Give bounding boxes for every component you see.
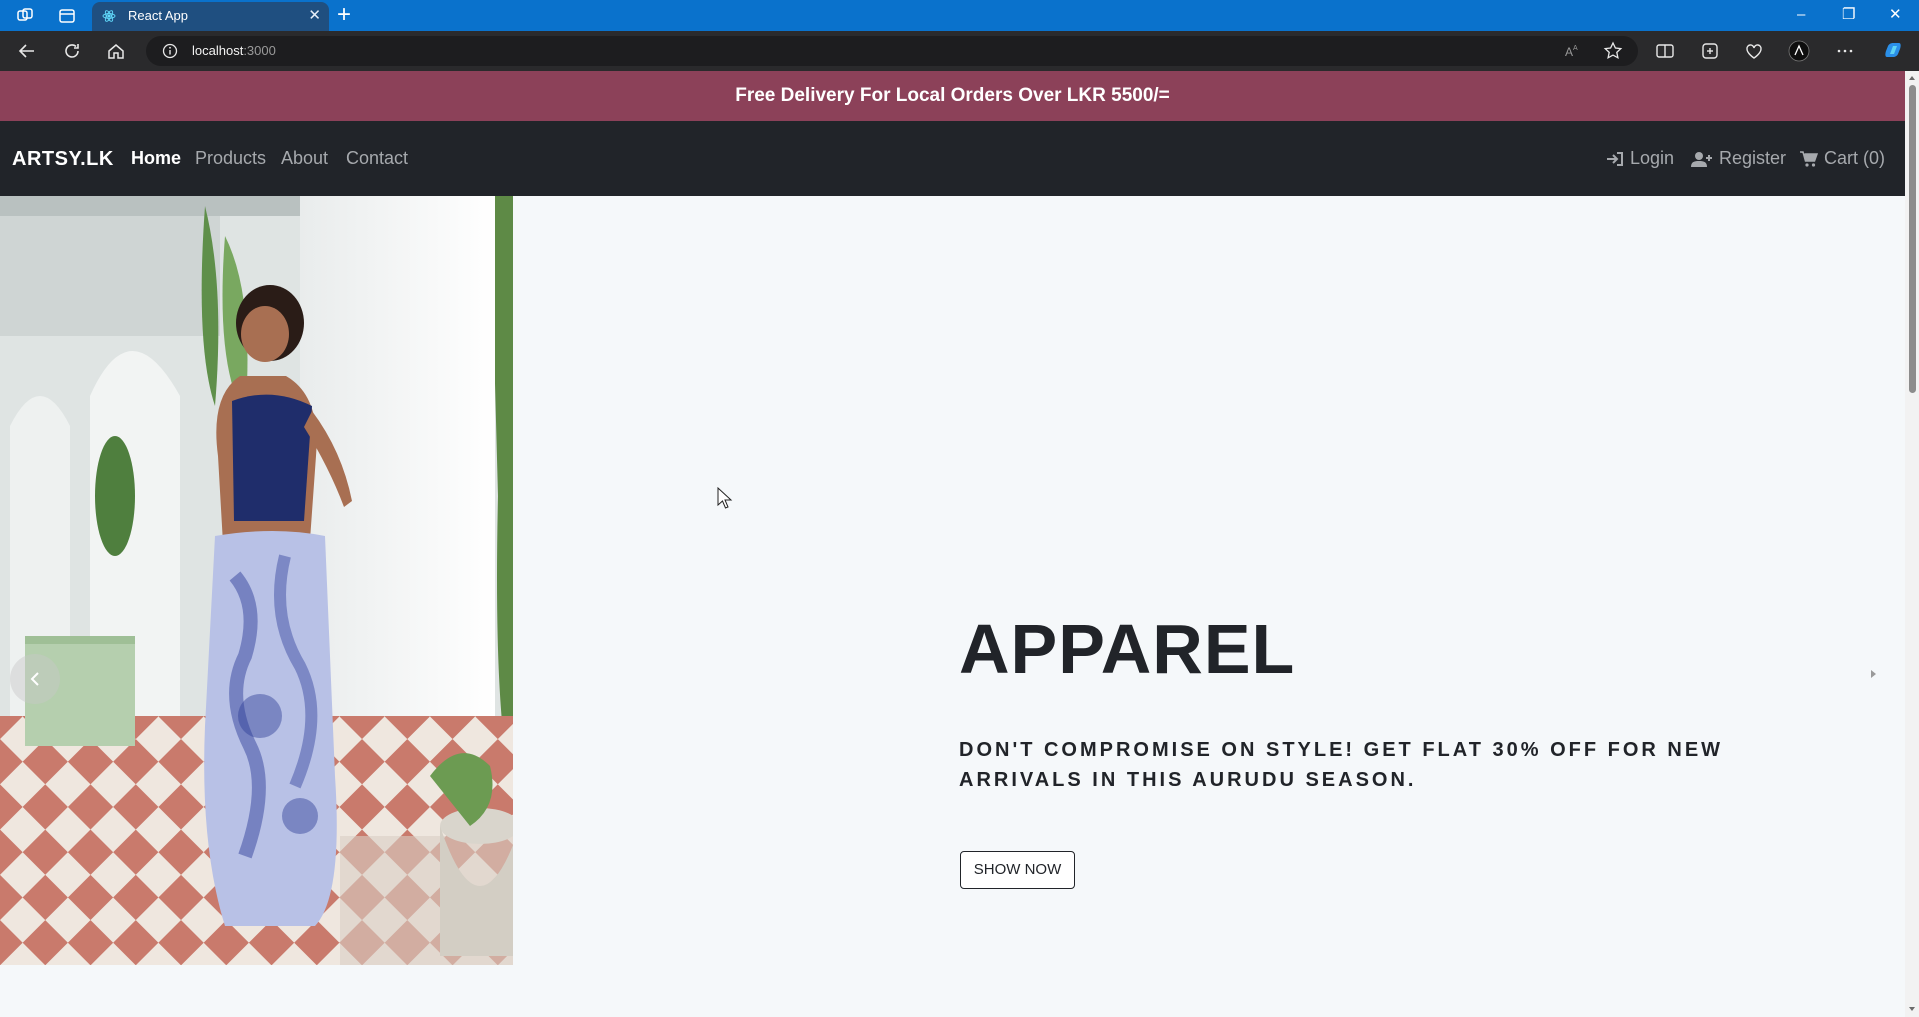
web-page: Free Delivery For Local Orders Over LKR … <box>0 71 1905 1017</box>
nav-about[interactable]: About <box>281 148 328 169</box>
browser-tab-active[interactable]: React App ✕ <box>92 2 329 31</box>
close-window-button[interactable]: ✕ <box>1889 4 1902 26</box>
profile-avatar-icon[interactable] <box>1788 40 1810 62</box>
address-port: :3000 <box>243 43 276 58</box>
back-arrow-icon[interactable] <box>16 40 38 62</box>
read-aloud-icon[interactable]: A A <box>1562 40 1584 62</box>
home-icon[interactable] <box>105 40 127 62</box>
cart-label: Cart (0) <box>1824 148 1886 168</box>
hero-image <box>0 196 513 965</box>
site-info-icon[interactable] <box>162 43 178 59</box>
address-host: localhost <box>192 43 244 58</box>
browser-toolbar: localhost:3000 A A <box>0 31 1919 71</box>
sign-in-icon <box>1607 151 1623 166</box>
cart-icon <box>1800 150 1818 167</box>
svg-text:A: A <box>1573 45 1578 52</box>
address-url: localhost:3000 <box>192 43 276 58</box>
more-options-icon[interactable] <box>1834 40 1856 62</box>
register-link[interactable]: Register <box>1691 148 1786 169</box>
hero-subtitle: DON'T COMPROMISE ON STYLE! GET FLAT 30% … <box>959 739 1724 791</box>
tab-actions-icon[interactable] <box>57 6 77 26</box>
login-link[interactable]: Login <box>1606 148 1674 169</box>
browser-tabstrip: React App ✕ + – ❐ ✕ <box>0 0 1919 31</box>
carousel-next-arrow-icon[interactable] <box>1866 667 1880 681</box>
close-tab-icon[interactable]: ✕ <box>308 7 321 25</box>
nav-home[interactable]: Home <box>131 148 181 169</box>
login-label: Login <box>1630 148 1675 168</box>
browser-essentials-icon[interactable] <box>1743 40 1765 62</box>
new-tab-button[interactable]: + <box>337 2 351 28</box>
brand-logo[interactable]: ARTSY.LK <box>12 148 114 171</box>
collections-icon[interactable] <box>1699 40 1721 62</box>
nav-products[interactable]: Products <box>195 148 266 169</box>
minimize-button[interactable]: – <box>1797 4 1805 26</box>
site-navbar: ARTSY.LK Home Products About Contact Log… <box>0 121 1905 196</box>
register-label: Register <box>1719 148 1787 168</box>
refresh-icon[interactable] <box>61 40 83 62</box>
react-favicon-icon <box>102 10 116 22</box>
copilot-icon[interactable] <box>1882 40 1904 62</box>
scrollbar-thumb[interactable] <box>1909 85 1916 393</box>
carousel-prev-button[interactable] <box>10 654 60 704</box>
hero-title: APPAREL <box>959 610 1296 688</box>
svg-text:A: A <box>1565 45 1573 59</box>
nav-contact[interactable]: Contact <box>346 148 408 169</box>
chevron-left-icon <box>30 672 39 686</box>
mouse-pointer-icon <box>717 487 733 509</box>
address-bar[interactable]: localhost:3000 <box>146 36 1638 66</box>
show-now-button[interactable]: SHOW NOW <box>960 851 1075 889</box>
tab-title: React App <box>128 8 188 23</box>
user-plus-icon <box>1691 151 1712 167</box>
cart-link[interactable]: Cart (0) <box>1800 148 1885 169</box>
announcement-bar: Free Delivery For Local Orders Over LKR … <box>0 71 1905 121</box>
scroll-down-arrow-icon[interactable] <box>1908 1005 1916 1013</box>
workspaces-icon[interactable] <box>15 6 35 26</box>
page-scrollbar[interactable] <box>1905 71 1919 1017</box>
scroll-up-arrow-icon[interactable] <box>1908 74 1916 82</box>
restore-button[interactable]: ❐ <box>1842 4 1855 26</box>
favorite-star-icon[interactable] <box>1602 40 1624 62</box>
split-screen-icon[interactable] <box>1654 40 1676 62</box>
